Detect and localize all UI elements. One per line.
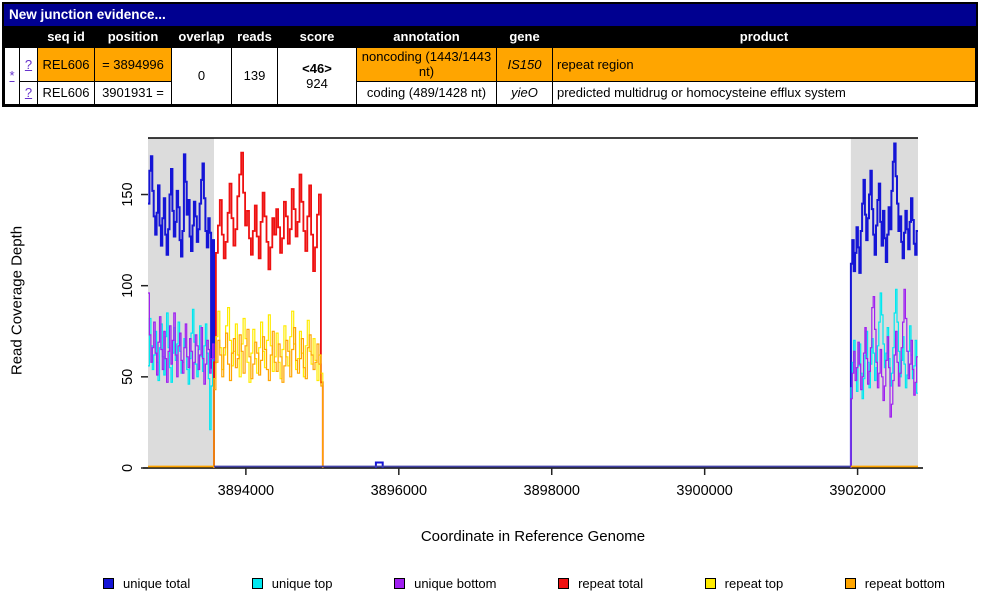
shaded-region xyxy=(851,138,918,468)
product-cell-2: predicted multidrug or homocysteine effl… xyxy=(553,82,976,105)
help-link-2[interactable]: ? xyxy=(25,85,32,100)
legend-label: unique top xyxy=(272,576,333,591)
overlap-cell: 0 xyxy=(172,48,232,105)
series-repeat-total xyxy=(214,153,323,468)
legend-swatch xyxy=(252,578,263,589)
score-top: <46> xyxy=(282,61,352,76)
legend-item-unique-bottom: unique bottom xyxy=(394,576,496,591)
legend-label: repeat total xyxy=(578,576,643,591)
junction-row-2: ? REL606 3901931 = coding (489/1428 nt) … xyxy=(5,82,976,105)
header-star xyxy=(5,27,20,48)
y-tick-label: 0 xyxy=(120,464,136,472)
x-tick-label: 3896000 xyxy=(371,483,427,499)
legend-swatch xyxy=(394,578,405,589)
seq-id-cell-1: REL606 xyxy=(38,48,95,82)
legend-swatch xyxy=(705,578,716,589)
seq-id-cell-2: REL606 xyxy=(38,82,95,105)
header-seq-id: seq id xyxy=(38,27,95,48)
x-tick-label: 3902000 xyxy=(829,483,885,499)
legend-item-unique-total: unique total xyxy=(103,576,190,591)
table-title: New junction evidence... xyxy=(4,4,976,26)
header-reads: reads xyxy=(232,27,278,48)
y-tick-label: 50 xyxy=(120,369,136,385)
header-overlap: overlap xyxy=(172,27,232,48)
header-product: product xyxy=(553,27,976,48)
breseq-page: New junction evidence... seq id position… xyxy=(0,0,981,607)
legend-label: unique total xyxy=(123,576,190,591)
help-link-1[interactable]: ? xyxy=(25,57,32,72)
coverage-plot: 3894000 3896000 3898000 3900000 3902000 0 50 10… xyxy=(0,125,981,520)
junction-row-1: * ? REL606 = 3894996 0 139 <46> 924 nonc… xyxy=(5,48,976,82)
gene-cell-1: IS150 xyxy=(497,48,553,82)
star-link[interactable]: * xyxy=(9,68,14,83)
legend-label: repeat bottom xyxy=(865,576,945,591)
legend-item-repeat-bottom: repeat bottom xyxy=(845,576,945,591)
series-repeat-top xyxy=(214,308,323,468)
legend-label: unique bottom xyxy=(414,576,496,591)
gene-cell-2: yieO xyxy=(497,82,553,105)
header-gene: gene xyxy=(497,27,553,48)
header-position: position xyxy=(95,27,172,48)
product-cell-1: repeat region xyxy=(553,48,976,82)
legend-swatch xyxy=(558,578,569,589)
legend-item-unique-top: unique top xyxy=(252,576,333,591)
star-cell: * xyxy=(5,48,20,105)
y-tick-label: 100 xyxy=(120,274,136,298)
legend-swatch xyxy=(845,578,856,589)
x-axis-title: Coordinate in Reference Genome xyxy=(148,528,918,545)
y-axis-title: Read Coverage Depth xyxy=(9,201,26,401)
legend-item-repeat-top: repeat top xyxy=(705,576,784,591)
table-header-row: seq id position overlap reads score anno… xyxy=(5,27,976,48)
chart-legend: unique total unique top unique bottom repea… xyxy=(103,576,945,591)
score-cell: <46> 924 xyxy=(278,48,357,105)
x-tick-label: 3898000 xyxy=(524,483,580,499)
header-annotation: annotation xyxy=(357,27,497,48)
x-tick-label: 3894000 xyxy=(218,483,274,499)
score-bottom: 924 xyxy=(282,76,352,91)
x-tick-label: 3900000 xyxy=(676,483,732,499)
position-cell-2: 3901931 = xyxy=(95,82,172,105)
help-cell: ? xyxy=(20,48,38,82)
junction-evidence-table: New junction evidence... seq id position… xyxy=(2,2,978,107)
annotation-cell-1: noncoding (1443/1443 nt) xyxy=(357,48,497,82)
position-cell-1: = 3894996 xyxy=(95,48,172,82)
annotation-cell-2: coding (489/1428 nt) xyxy=(357,82,497,105)
legend-label: repeat top xyxy=(725,576,784,591)
header-help xyxy=(20,27,38,48)
legend-item-repeat-total: repeat total xyxy=(558,576,643,591)
legend-swatch xyxy=(103,578,114,589)
reads-cell: 139 xyxy=(232,48,278,105)
y-tick-label: 150 xyxy=(120,182,136,206)
series-repeat-bottom xyxy=(214,328,323,468)
header-score: score xyxy=(278,27,357,48)
help-cell: ? xyxy=(20,82,38,105)
junction-table: seq id position overlap reads score anno… xyxy=(4,26,976,105)
